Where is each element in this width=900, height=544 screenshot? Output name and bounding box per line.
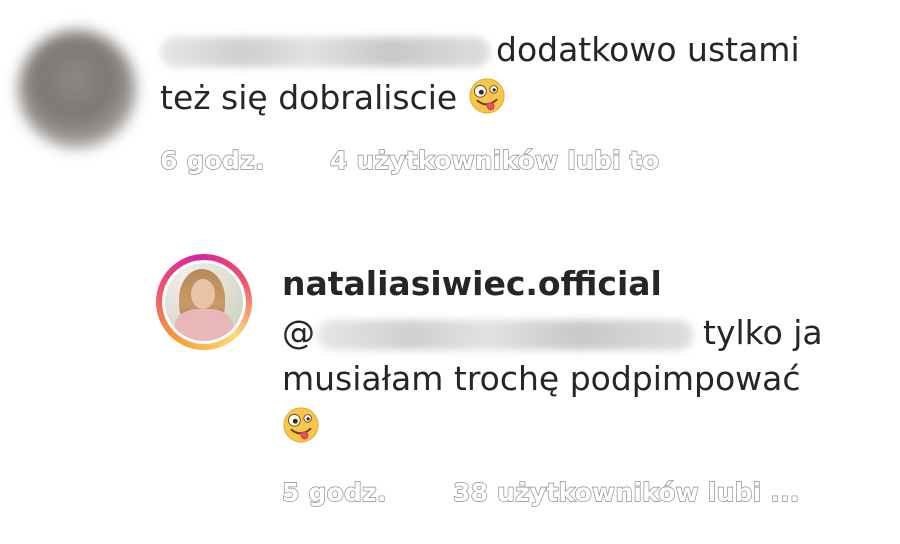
avatar-inner-border (162, 260, 246, 344)
comment-2-username[interactable]: nataliasiwiec.official (282, 264, 662, 303)
comment-2-line-1: tylko ja (703, 313, 823, 352)
comment-2-text: @ tylko ja musiałam trochę podpimpować (282, 310, 882, 444)
commenter-avatar-blurred[interactable] (18, 30, 136, 148)
comment-2-likes-link[interactable]: 38 użytkowników lubi ... (452, 477, 800, 507)
comment-2-timestamp: 5 godz. (281, 477, 387, 507)
comment-1-line-2: też się dobraliscie (160, 78, 458, 117)
mention-prefix: @ (282, 313, 315, 352)
comment-1-text: dodatkowo ustami też się dobraliscie (160, 26, 880, 122)
comment-1-likes-link[interactable]: 4 użytkowników lubi to (329, 145, 659, 175)
blurred-username (160, 36, 490, 67)
story-ring-avatar[interactable] (156, 254, 252, 350)
comment-1-timestamp: 6 godz. (159, 145, 265, 175)
blurred-mention[interactable] (317, 319, 693, 350)
instagram-comments-screenshot: dodatkowo ustami też się dobraliscie 6 g… (0, 0, 900, 544)
comment-1-line-1: dodatkowo ustami (496, 30, 800, 69)
zany-face-emoji-icon (282, 406, 320, 444)
comment-2-line-2: musiałam trochę podpimpować (282, 359, 801, 398)
zany-face-emoji-icon (468, 77, 506, 115)
avatar (165, 263, 243, 341)
